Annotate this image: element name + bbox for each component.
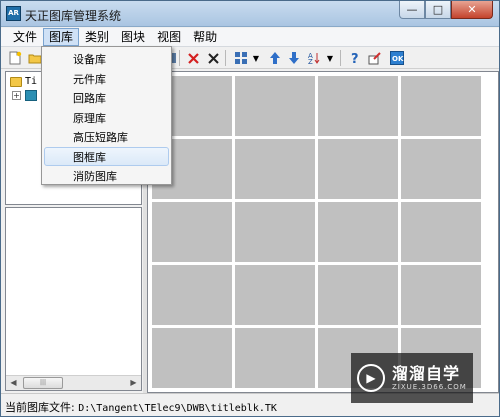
block-list-panel: ◀ ||| ▶ (5, 207, 142, 391)
tree-root-node[interactable]: Ti (10, 76, 37, 87)
status-label: 当前图库文件: (5, 401, 75, 414)
maximize-button[interactable]: □ (425, 1, 451, 19)
dropdown-item-hv-short-circuit[interactable]: 高压短路库 (44, 127, 169, 147)
move-up-icon[interactable] (267, 50, 283, 66)
preview-cell[interactable] (235, 265, 315, 325)
preview-cell[interactable] (152, 265, 232, 325)
preview-cell[interactable] (152, 202, 232, 262)
scroll-left-icon[interactable]: ◀ (6, 376, 21, 390)
menu-view[interactable]: 视图 (151, 28, 187, 46)
preview-cell[interactable] (235, 76, 315, 136)
new-icon[interactable] (7, 50, 23, 66)
window-title: 天正图库管理系统 (25, 9, 122, 23)
title-bar: AR 天正图库管理系统 — □ ✕ (1, 1, 499, 27)
watermark-title: 溜溜自学 (392, 364, 461, 383)
play-logo-icon: ▶ (357, 364, 385, 392)
menu-file[interactable]: 文件 (7, 28, 43, 46)
move-down-icon[interactable] (286, 50, 302, 66)
svg-text:?: ? (351, 52, 359, 65)
app-icon: AR (6, 6, 21, 21)
menu-bar: 文件 图库 类别 图块 视图 帮助 (1, 28, 499, 47)
preview-cell[interactable] (401, 202, 481, 262)
menu-library[interactable]: 图库 (43, 28, 80, 46)
folder-icon (10, 76, 22, 87)
dropdown-arrow-icon[interactable]: ▼ (325, 50, 335, 66)
preview-cell[interactable] (318, 265, 398, 325)
menu-help[interactable]: 帮助 (187, 28, 223, 46)
dropdown-arrow-icon[interactable]: ▼ (251, 50, 261, 66)
horizontal-scrollbar[interactable]: ◀ ||| ▶ (6, 375, 141, 390)
delete-red-icon[interactable] (185, 50, 201, 66)
library-node-icon (25, 90, 37, 101)
dropdown-item-component[interactable]: 元件库 (44, 69, 169, 89)
watermark: ▶ 溜溜自学 ZIXUE.3D66.COM (351, 353, 473, 403)
dropdown-item-title-block[interactable]: 图框库 (44, 146, 169, 166)
preview-cell[interactable] (401, 265, 481, 325)
view-mode-icon[interactable] (233, 50, 249, 66)
ok-icon[interactable]: OK (389, 50, 405, 66)
preview-grid (152, 76, 481, 388)
preview-cell[interactable] (235, 328, 315, 388)
svg-text:Z: Z (308, 58, 313, 65)
sort-icon[interactable]: AZ (306, 50, 322, 66)
window-controls: — □ ✕ (399, 1, 493, 20)
scroll-thumb[interactable]: ||| (23, 377, 63, 389)
dropdown-item-equipment[interactable]: 设备库 (44, 49, 169, 69)
preview-cell[interactable] (235, 202, 315, 262)
library-dropdown-menu: 设备库 元件库 回路库 原理库 高压短路库 图框库 消防图库 (41, 46, 172, 185)
preview-cell[interactable] (152, 328, 232, 388)
menu-block[interactable]: 图块 (115, 28, 151, 46)
preview-cell[interactable] (318, 202, 398, 262)
preview-cell[interactable] (401, 76, 481, 136)
edit-icon[interactable] (367, 50, 383, 66)
minimize-button[interactable]: — (399, 1, 425, 19)
status-file-path: D:\Tangent\TElec9\DWB\titleblk.TK (78, 403, 277, 414)
app-window: AR 天正图库管理系统 — □ ✕ 文件 图库 类别 图块 视图 帮助 ▼ A … (0, 0, 500, 417)
status-text: 当前图库文件: D:\Tangent\TElec9\DWB\titleblk.T… (5, 399, 277, 415)
help-icon[interactable]: ? (347, 50, 363, 66)
dropdown-item-circuit[interactable]: 回路库 (44, 88, 169, 108)
scroll-right-icon[interactable]: ▶ (126, 376, 141, 390)
svg-text:OK: OK (392, 55, 404, 63)
tree-root-label: Ti (25, 76, 38, 87)
watermark-url: ZIXUE.3D66.COM (392, 383, 467, 391)
close-button[interactable]: ✕ (451, 1, 493, 19)
dropdown-item-fire-protection[interactable]: 消防图库 (44, 166, 169, 186)
delete-icon[interactable] (205, 50, 221, 66)
preview-cell[interactable] (318, 139, 398, 199)
dropdown-item-schematic[interactable]: 原理库 (44, 108, 169, 128)
tree-child-node[interactable]: + (12, 90, 37, 101)
menu-category[interactable]: 类别 (79, 28, 115, 46)
block-preview-area (147, 71, 499, 393)
preview-cell[interactable] (318, 76, 398, 136)
preview-cell[interactable] (235, 139, 315, 199)
preview-cell[interactable] (401, 139, 481, 199)
expand-plus-icon[interactable]: + (12, 91, 21, 100)
